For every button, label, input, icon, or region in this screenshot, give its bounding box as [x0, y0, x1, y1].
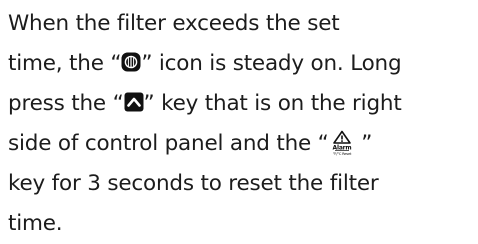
- text-segment: time, the “: [8, 51, 122, 76]
- line-4: side of control panel and the “ Alarm °F…: [8, 124, 474, 164]
- text-segment: When the filter exceeds the set: [8, 11, 340, 36]
- text-segment: ” key that is on the right: [143, 91, 402, 116]
- text-segment: ” icon is steady on. Long: [141, 51, 402, 76]
- alarm-key-icon: Alarm °F/°C Reset: [329, 130, 355, 156]
- text-segment: ”: [354, 131, 373, 156]
- filter-icon: [121, 52, 141, 72]
- line-5: key for 3 seconds to reset the filter: [8, 164, 474, 204]
- instruction-paragraph: When the filter exceeds the set time, th…: [8, 4, 474, 244]
- line-1: When the filter exceeds the set: [8, 4, 474, 44]
- line-6: time.: [8, 204, 474, 244]
- text-segment: press the “: [8, 91, 124, 116]
- text-segment: side of control panel and the “: [8, 131, 329, 156]
- text-segment: time.: [8, 211, 63, 236]
- line-3: press the “ ” key that is on the right: [8, 84, 474, 124]
- line-2: time, the “ ” icon is steady on. Long: [8, 44, 474, 84]
- up-arrow-key-icon: [124, 92, 144, 112]
- alarm-icon-sublabel: °F/°C Reset: [332, 152, 351, 156]
- text-segment: key for 3 seconds to reset the filter: [8, 171, 379, 196]
